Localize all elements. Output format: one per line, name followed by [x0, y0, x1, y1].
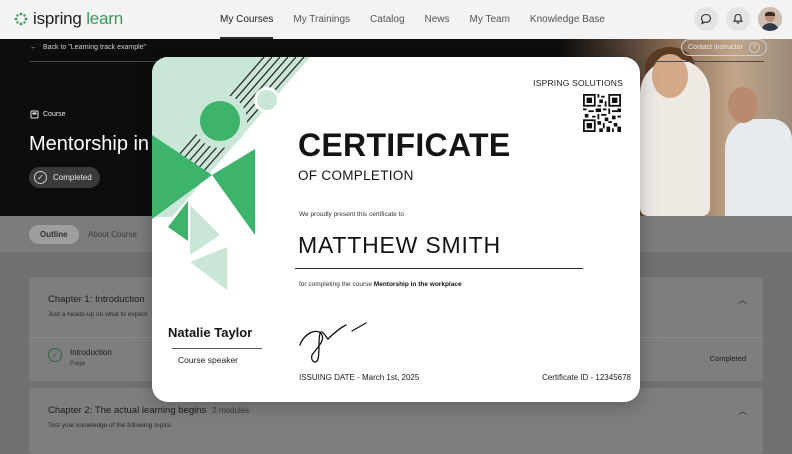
logo-icon: [14, 12, 28, 26]
main-nav: My Courses My Trainings Catalog News My …: [210, 0, 615, 39]
completed-status-badge: ✓ Completed: [29, 167, 100, 188]
certificate-title: CERTIFICATE: [298, 127, 511, 163]
speaker-role: Course speaker: [178, 355, 239, 365]
nav-my-trainings[interactable]: My Trainings: [283, 0, 360, 39]
contact-instructor-button[interactable]: Contact instructor ?: [681, 39, 767, 56]
arrow-left-icon: ←: [30, 44, 37, 51]
course-type-tag: Course: [30, 110, 66, 119]
chapter-title[interactable]: Chapter 1: Introduction: [48, 294, 151, 305]
completed-course-name: Mentorship in the workplace: [373, 281, 462, 288]
back-link-label: Back to "Learning track example": [43, 44, 147, 51]
certificate-present-text: We proudly present this certificate to: [299, 211, 405, 218]
recipient-name: MATTHEW SMITH: [298, 232, 501, 258]
signature-image: [299, 322, 367, 363]
certificate-id: Certificate ID - 12345678: [542, 373, 631, 382]
speaker-name: Natalie Taylor: [168, 325, 253, 340]
bell-icon: [732, 13, 744, 24]
nav-news[interactable]: News: [415, 0, 460, 39]
nav-my-team[interactable]: My Team: [460, 0, 520, 39]
chat-button[interactable]: [694, 7, 718, 31]
back-link[interactable]: ← Back to "Learning track example": [30, 44, 146, 51]
nav-my-courses[interactable]: My Courses: [210, 0, 283, 39]
qr-code-icon: [583, 94, 621, 132]
logo-text: ispring learn: [33, 9, 124, 28]
certificate-company: ISPRING SOLUTIONS: [533, 78, 623, 88]
check-circle-icon: ✓: [34, 171, 47, 184]
chapter-module-count: 2 modules: [212, 406, 250, 415]
nav-catalog[interactable]: Catalog: [360, 0, 414, 39]
tab-about-course[interactable]: About Course: [77, 225, 148, 244]
name-underline: [295, 268, 583, 269]
ispring-learn-logo[interactable]: ispring learn: [14, 9, 123, 29]
speaker-divider: [172, 348, 262, 349]
status-label: Completed: [53, 173, 92, 182]
course-tag-label: Course: [43, 111, 66, 118]
lesson-status: Completed: [709, 354, 746, 363]
course-icon: [30, 110, 39, 119]
notifications-button[interactable]: [726, 7, 750, 31]
chat-icon: [700, 13, 712, 25]
tab-outline[interactable]: Outline: [29, 225, 79, 244]
help-icon[interactable]: ?: [748, 42, 760, 53]
chapter-description: Test your knowledge of the following top…: [48, 422, 172, 429]
chevron-up-icon[interactable]: ︿: [738, 293, 747, 306]
lesson-name: Introduction: [70, 348, 112, 357]
user-avatar[interactable]: [758, 7, 782, 31]
certificate-modal: ISPRING SOLUTIONS CERTIFICATE OF COMPLET…: [152, 57, 640, 402]
photo-person-face-2: [728, 87, 758, 123]
user-photo: [758, 7, 782, 31]
completion-statement: for completing the course Mentorship in …: [299, 281, 462, 288]
contact-instructor-label: Contact instructor: [688, 44, 743, 51]
photo-person-man: [725, 119, 792, 216]
chapter-description: Just a heads-up on what to expect: [48, 311, 148, 318]
lesson-type: Page: [70, 360, 86, 367]
completed-check-icon: ✓: [48, 348, 62, 362]
chapter-title-text: Chapter 1: Introduction: [48, 294, 145, 305]
top-right-icons: [694, 7, 782, 31]
top-navigation-bar: ispring learn My Courses My Trainings Ca…: [0, 0, 792, 39]
chapter-title[interactable]: Chapter 2: The actual learning begins 2 m…: [48, 405, 249, 416]
certificate-subtitle: OF COMPLETION: [298, 168, 414, 183]
nav-knowledge-base[interactable]: Knowledge Base: [520, 0, 615, 39]
chapter-title-text: Chapter 2: The actual learning begins: [48, 405, 207, 416]
issuing-date: ISSUING DATE - March 1st, 2025: [299, 373, 420, 382]
chevron-up-icon[interactable]: ︿: [738, 404, 747, 417]
